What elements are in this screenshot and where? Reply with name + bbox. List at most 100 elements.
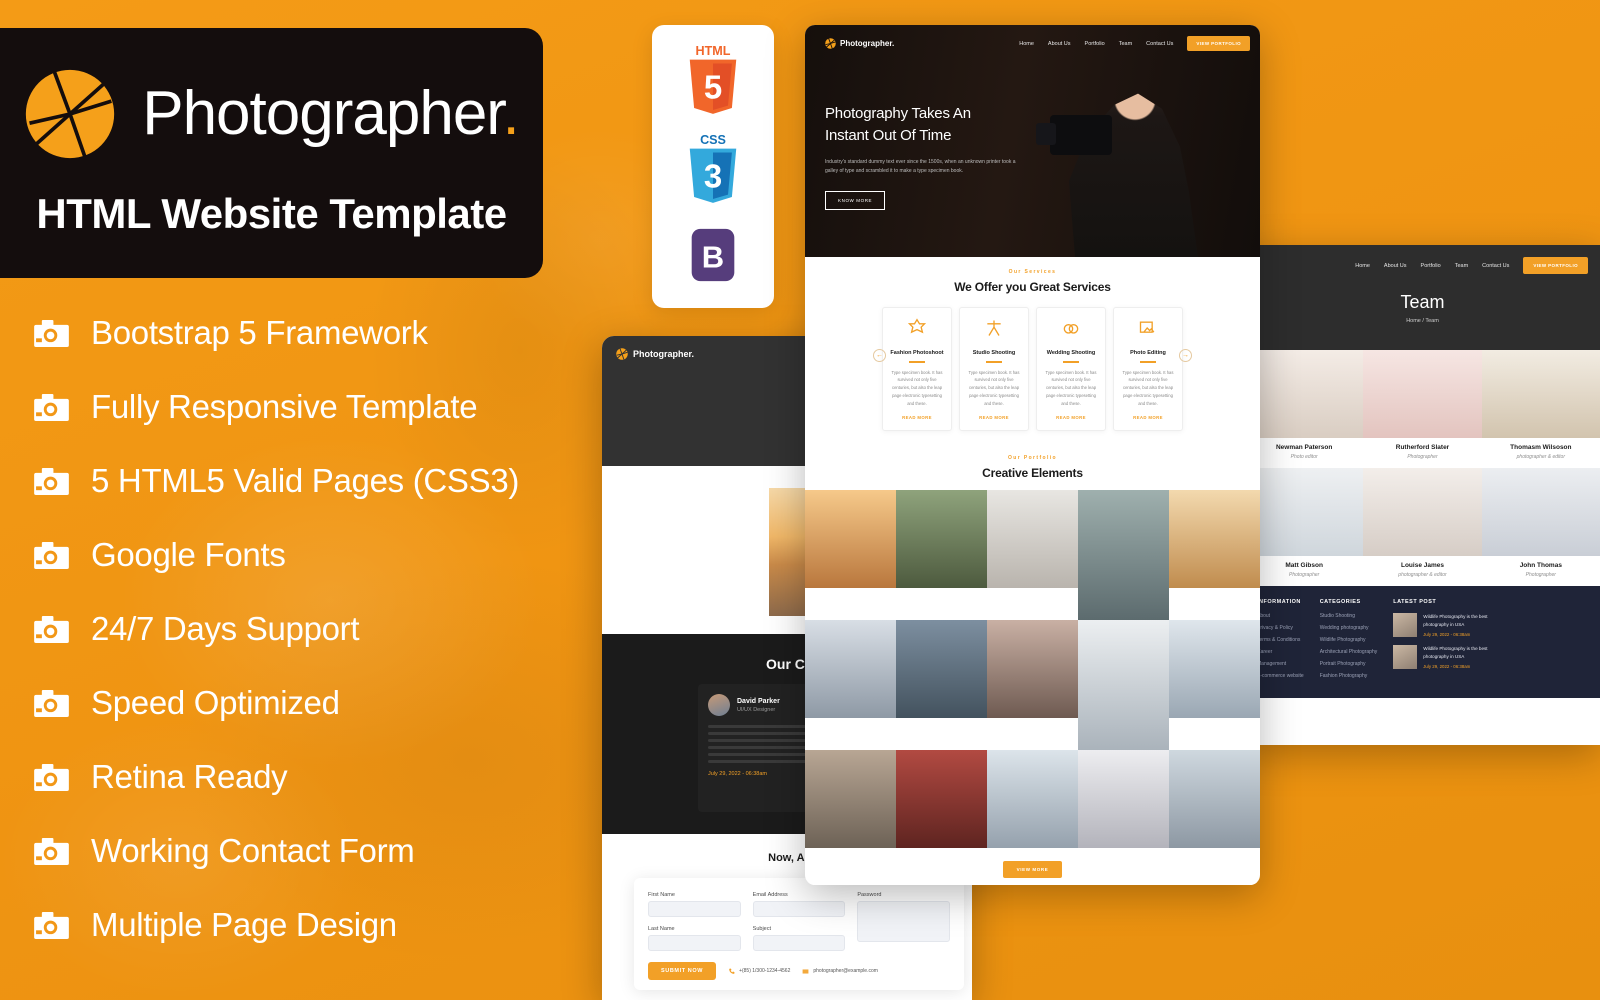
team-member-card[interactable]: Newman Paterson Photo editor bbox=[1245, 350, 1364, 468]
field-label: First Name bbox=[648, 892, 675, 898]
site-footer: INFORMATION About Privacy & Policy Terms &… bbox=[1245, 586, 1600, 698]
about-contact-form[interactable]: First Name Email Address Password Last Name… bbox=[634, 878, 964, 990]
camera-icon bbox=[34, 689, 69, 717]
team-member-name: Thomasm Wilsoson bbox=[1510, 444, 1572, 451]
portfolio-thumbnail[interactable] bbox=[896, 490, 987, 589]
footer-post[interactable]: Wildlife Photography is the best photogr… bbox=[1393, 645, 1511, 669]
portfolio-thumbnail[interactable] bbox=[805, 490, 896, 589]
read-more-link[interactable]: READ MORE bbox=[1121, 415, 1175, 420]
footer-category-link[interactable]: Architectural Photography bbox=[1320, 649, 1378, 655]
service-card[interactable]: Fashion Photoshoot Type specimen book. It… bbox=[882, 307, 952, 432]
view-more-button[interactable]: VIEW MORE bbox=[1002, 861, 1063, 879]
aperture-icon bbox=[825, 38, 836, 49]
team-member-card[interactable]: Louise James photographer & editor bbox=[1363, 468, 1482, 586]
nav-link-portfolio[interactable]: Portfolio bbox=[1085, 41, 1105, 47]
brand-name: Photographer. bbox=[142, 83, 520, 145]
portfolio-thumbnail[interactable] bbox=[1169, 490, 1260, 589]
portfolio-section: Our Portfolio Creative Elements bbox=[805, 445, 1260, 849]
portfolio-thumbnail[interactable] bbox=[1169, 750, 1260, 849]
team-nav-link-home[interactable]: Home bbox=[1355, 263, 1370, 269]
nav-link-home[interactable]: Home bbox=[1019, 41, 1034, 47]
field-input[interactable] bbox=[857, 901, 950, 942]
svg-text:B: B bbox=[702, 240, 724, 275]
home-navbar: Photographer. Home About Us Portfolio Team C… bbox=[805, 25, 1260, 51]
team-nav-link-about-us[interactable]: About Us bbox=[1384, 263, 1407, 269]
portfolio-thumbnail[interactable] bbox=[805, 750, 896, 849]
camera-icon bbox=[34, 467, 69, 495]
field-input[interactable] bbox=[648, 935, 741, 951]
contact-info-email-text: photographer@example.com bbox=[813, 968, 878, 974]
field-input[interactable] bbox=[752, 935, 846, 951]
html5-logo-icon: HTML 5 bbox=[689, 44, 737, 114]
submit-now-button[interactable]: SUBMIT NOW bbox=[648, 962, 717, 980]
portfolio-thumbnail[interactable] bbox=[896, 750, 987, 849]
feature-label: Speed Optimized bbox=[91, 684, 340, 721]
feature-item: Multiple Page Design bbox=[34, 888, 594, 962]
divider bbox=[986, 361, 1002, 363]
footer-category-link[interactable]: Wildlife Photography bbox=[1320, 637, 1378, 643]
footer-post[interactable]: Wildlife Photography is the best photogr… bbox=[1393, 613, 1511, 637]
portfolio-thumbnail[interactable] bbox=[987, 620, 1078, 719]
service-card[interactable]: Photo Editing Type specimen book. It has … bbox=[1113, 307, 1183, 432]
footer-category-link[interactable]: Fashion Photography bbox=[1320, 673, 1378, 679]
team-nav-link-contact-us[interactable]: Contact Us bbox=[1482, 263, 1509, 269]
view-portfolio-button[interactable]: VIEW PORTFOLIO bbox=[1187, 36, 1250, 51]
footer-information-link[interactable]: Privacy & Policy bbox=[1257, 625, 1304, 631]
feature-label: Working Contact Form bbox=[91, 832, 415, 869]
footer-information-link[interactable]: Management bbox=[1257, 661, 1304, 667]
nav-link-team[interactable]: Team bbox=[1119, 41, 1132, 47]
footer-latest-post: LATEST POST Wildlife Photography is the … bbox=[1393, 599, 1511, 685]
feature-item: Google Fonts bbox=[34, 518, 594, 592]
portfolio-thumbnail[interactable] bbox=[987, 750, 1078, 849]
team-view-portfolio-button[interactable]: VIEW PORTFOLIO bbox=[1523, 257, 1588, 274]
portfolio-thumbnail[interactable] bbox=[896, 620, 987, 719]
service-card[interactable]: Studio Shooting Type specimen book. It ha… bbox=[959, 307, 1029, 432]
team-member-card[interactable]: Thomasm Wilsoson photographer & editor bbox=[1481, 350, 1600, 468]
home-contact-section: GET IN TOUCH Now, About Your Project Fir… bbox=[805, 882, 1260, 885]
footer-information-link[interactable]: Career bbox=[1257, 649, 1304, 655]
footer-category-link[interactable]: Studio Shooting bbox=[1320, 613, 1378, 619]
footer-information-link[interactable]: About bbox=[1257, 613, 1304, 619]
team-member-card[interactable]: John Thomas Photographer bbox=[1481, 468, 1600, 586]
footer-categories: CATEGORIES Studio Shooting Wedding photog… bbox=[1320, 599, 1378, 685]
know-more-button[interactable]: KNOW MORE bbox=[825, 190, 886, 210]
footer-information-link[interactable]: E-commerce website bbox=[1257, 673, 1304, 679]
mockup-home-page[interactable]: Photographer. Home About Us Portfolio Team C… bbox=[805, 25, 1260, 885]
read-more-link[interactable]: READ MORE bbox=[967, 415, 1021, 420]
footer-category-link[interactable]: Wedding photography bbox=[1320, 625, 1378, 631]
field-input[interactable] bbox=[648, 901, 741, 917]
portfolio-thumbnail[interactable] bbox=[805, 620, 896, 719]
footer-category-link[interactable]: Portrait Photography bbox=[1320, 661, 1378, 667]
portfolio-thumbnail[interactable] bbox=[1169, 620, 1260, 719]
read-more-link[interactable]: READ MORE bbox=[1044, 415, 1098, 420]
footer-information: INFORMATION About Privacy & Policy Terms &… bbox=[1257, 599, 1304, 685]
services-next-button[interactable]: → bbox=[1179, 349, 1192, 362]
team-member-name: Matt Gibson bbox=[1285, 562, 1323, 569]
team-nav-link-portfolio[interactable]: Portfolio bbox=[1421, 263, 1441, 269]
field-input[interactable] bbox=[752, 901, 846, 917]
mail-icon bbox=[802, 968, 809, 974]
feature-label: Bootstrap 5 Framework bbox=[91, 314, 428, 351]
about-form-actions: SUBMIT NOW +(85) 1/300-1234-4562 photogr… bbox=[648, 962, 950, 980]
services-title: We Offer you Great Services bbox=[954, 280, 1111, 294]
team-member-card[interactable]: Rutherford Slater Photographer bbox=[1363, 350, 1482, 468]
portfolio-thumbnail[interactable] bbox=[987, 490, 1078, 589]
home-nav-links: Home About Us Portfolio Team Contact Us VIEW … bbox=[1019, 36, 1260, 51]
hero-title-line2: Instant Out Of Time bbox=[825, 126, 952, 144]
footer-information-link[interactable]: Terms & Conditions bbox=[1257, 637, 1304, 643]
nav-link-contact-us[interactable]: Contact Us bbox=[1146, 41, 1173, 47]
team-member-card[interactable]: Matt Gibson Photographer bbox=[1245, 468, 1364, 586]
service-card[interactable]: Wedding Shooting Type specimen book. It h… bbox=[1036, 307, 1106, 432]
team-nav-link-team[interactable]: Team bbox=[1455, 263, 1468, 269]
portfolio-thumbnail[interactable] bbox=[1078, 750, 1169, 849]
nav-link-about-us[interactable]: About Us bbox=[1048, 41, 1071, 47]
portfolio-thumbnail[interactable] bbox=[1078, 490, 1169, 621]
field-label: Subject bbox=[752, 926, 772, 932]
mockup-team-page[interactable]: Home About Us Portfolio Team Contact Us VIEW … bbox=[1245, 245, 1600, 745]
services-prev-button[interactable]: ← bbox=[873, 349, 886, 362]
home-logo[interactable]: Photographer. bbox=[825, 38, 894, 49]
camera-icon bbox=[34, 319, 69, 347]
read-more-link[interactable]: READ MORE bbox=[890, 415, 944, 420]
portfolio-thumbnail[interactable] bbox=[1078, 620, 1169, 751]
svg-text:HTML: HTML bbox=[696, 44, 731, 58]
